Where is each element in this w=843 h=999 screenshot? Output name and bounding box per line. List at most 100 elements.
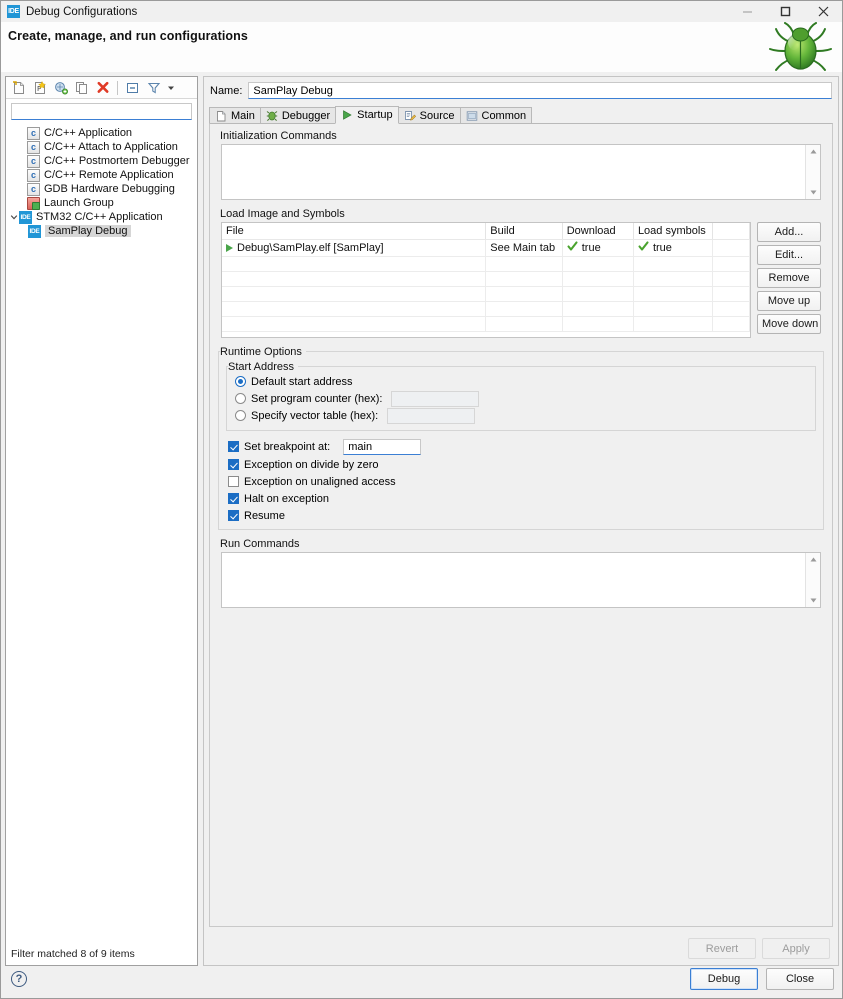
run-commands-textarea[interactable] (222, 553, 805, 607)
close-button[interactable]: Close (766, 968, 834, 990)
move-up-button[interactable]: Move up (757, 291, 821, 311)
checkbox-exception-unaligned-access[interactable] (228, 476, 239, 487)
column-header-extra[interactable] (712, 223, 750, 240)
delete-icon[interactable] (93, 79, 112, 97)
remove-button[interactable]: Remove (757, 268, 821, 288)
initialization-commands-textarea-wrap[interactable] (221, 144, 821, 200)
tree-item-samplay-debug[interactable]: IDE SamPlay Debug (6, 224, 197, 238)
scroll-up-arrow-icon[interactable] (807, 145, 820, 158)
tab-debugger[interactable]: Debugger (259, 107, 337, 123)
help-question-icon[interactable]: ? (11, 971, 27, 987)
c-file-icon (27, 182, 40, 196)
column-header-download[interactable]: Download (562, 223, 634, 240)
load-image-table[interactable]: File Build Download Load symbols Debug\S… (221, 222, 751, 338)
filter-status-text: Filter matched 8 of 9 items (11, 948, 135, 960)
checkbox-halt-on-exception[interactable] (228, 493, 239, 504)
cell-load-symbols: true (633, 239, 714, 257)
column-header-load-symbols[interactable]: Load symbols (633, 223, 714, 240)
init-commands-scrollbar[interactable] (805, 145, 820, 199)
tree-item-c-remote[interactable]: C/C++ Remote Application (6, 168, 197, 182)
collapse-all-icon[interactable] (123, 79, 142, 97)
load-image-and-symbols-group: Load Image and Symbols File Build Downlo… (218, 208, 824, 338)
ide-icon: IDE (19, 210, 32, 224)
table-row[interactable] (222, 256, 750, 272)
radio-set-program-counter-row[interactable]: Set program counter (hex): (230, 390, 812, 407)
tree-item-stm32-application[interactable]: IDE STM32 C/C++ Application (6, 210, 197, 224)
column-header-file[interactable]: File (222, 223, 487, 240)
checkbox-halt-on-exception-row[interactable]: Halt on exception (223, 490, 819, 507)
table-row[interactable] (222, 301, 750, 317)
radio-default-start-address[interactable] (235, 376, 246, 387)
tree-item-label: STM32 C/C++ Application (36, 211, 163, 223)
tree-item-c-application[interactable]: C/C++ Application (6, 126, 197, 140)
breakpoint-input[interactable] (344, 439, 421, 454)
checkbox-exception-divide-by-zero[interactable] (228, 459, 239, 470)
tree-item-gdb-hardware[interactable]: GDB Hardware Debugging (6, 182, 197, 196)
tab-startup[interactable]: Startup (335, 106, 399, 124)
apply-button[interactable]: Apply (762, 938, 830, 959)
revert-button[interactable]: Revert (688, 938, 756, 959)
table-row[interactable] (222, 271, 750, 287)
run-commands-scrollbar[interactable] (805, 553, 820, 607)
radio-set-program-counter[interactable] (235, 393, 246, 404)
tree-item-c-attach[interactable]: C/C++ Attach to Application (6, 140, 197, 154)
table-row[interactable] (222, 286, 750, 302)
cell-empty (633, 271, 714, 287)
c-file-icon (27, 126, 40, 140)
move-down-button[interactable]: Move down (757, 314, 821, 334)
export-icon[interactable] (51, 79, 70, 97)
cell-empty (222, 301, 487, 317)
tab-label: Source (419, 109, 455, 122)
add-button[interactable]: Add... (757, 222, 821, 242)
edit-button[interactable]: Edit... (757, 245, 821, 265)
debug-configurations-window: IDE Debug Configurations Create, manage,… (0, 0, 843, 999)
tree-item-launch-group[interactable]: Launch Group (6, 196, 197, 210)
column-header-build[interactable]: Build (485, 223, 563, 240)
run-commands-textarea-wrap[interactable] (221, 552, 821, 608)
start-address-group: Start Address Default start address Set … (226, 361, 816, 431)
checkbox-set-breakpoint-row[interactable]: Set breakpoint at: (223, 437, 819, 456)
program-counter-hex-field[interactable] (391, 390, 480, 407)
initialization-commands-textarea[interactable] (222, 145, 805, 199)
scroll-down-arrow-icon[interactable] (807, 186, 820, 199)
checkbox-resume[interactable] (228, 510, 239, 521)
maximize-icon[interactable] (766, 1, 804, 22)
tree-item-label: C/C++ Remote Application (44, 169, 174, 181)
cell-empty (222, 286, 487, 302)
table-row[interactable]: Debug\SamPlay.elf [SamPlay] See Main tab (222, 239, 750, 257)
scroll-up-arrow-icon[interactable] (807, 553, 820, 566)
checkbox-resume-row[interactable]: Resume (223, 507, 819, 524)
filter-input[interactable] (12, 104, 191, 119)
tree-item-label: GDB Hardware Debugging (44, 183, 175, 195)
tab-common[interactable]: Common (459, 107, 533, 123)
configurations-tree-panel: P c C/C++ Application c C/C++ Attach to … (5, 76, 198, 966)
chevron-down-icon[interactable] (8, 213, 19, 221)
tree-item-label: SamPlay Debug (45, 225, 131, 237)
tree-item-c-postmortem[interactable]: C/C++ Postmortem Debugger (6, 154, 197, 168)
filter-icon[interactable] (144, 79, 163, 97)
radio-specify-vector-table-row[interactable]: Specify vector table (hex): (230, 407, 812, 424)
checkbox-divide-by-zero-row[interactable]: Exception on divide by zero (223, 456, 819, 473)
new-prototype-icon[interactable]: P (30, 79, 49, 97)
breakpoint-input-wrap[interactable] (343, 438, 422, 455)
minimize-icon[interactable] (728, 1, 766, 22)
debug-button[interactable]: Debug (690, 968, 758, 990)
radio-specify-vector-table[interactable] (235, 410, 246, 421)
name-input[interactable] (249, 83, 831, 98)
tab-source[interactable]: Source (397, 107, 461, 123)
checkbox-unaligned-access-row[interactable]: Exception on unaligned access (223, 473, 819, 490)
name-input-wrap[interactable] (248, 82, 832, 99)
chevron-down-icon[interactable] (165, 79, 177, 97)
filter-input-wrap[interactable] (11, 103, 192, 120)
new-configuration-icon[interactable] (9, 79, 28, 97)
duplicate-icon[interactable] (72, 79, 91, 97)
close-icon[interactable] (804, 1, 842, 22)
table-row[interactable] (222, 316, 750, 332)
checkbox-label: Exception on divide by zero (244, 458, 379, 471)
vector-table-hex-field[interactable] (387, 407, 476, 424)
tab-main[interactable]: Main (209, 107, 261, 123)
scroll-down-arrow-icon[interactable] (807, 594, 820, 607)
run-commands-group: Run Commands (218, 538, 824, 608)
radio-default-start-address-row[interactable]: Default start address (230, 373, 812, 390)
checkbox-set-breakpoint[interactable] (228, 441, 239, 452)
